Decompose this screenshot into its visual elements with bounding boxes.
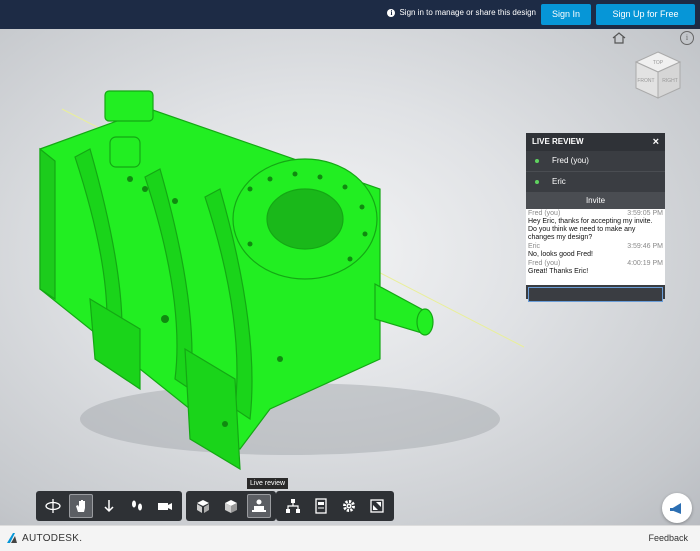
live-review-icon[interactable] xyxy=(247,494,271,518)
section-icon[interactable] xyxy=(219,494,243,518)
live-review-panel: LIVE REVIEW × Fred (you) Eric Invite Fre… xyxy=(526,133,665,302)
sign-in-button[interactable]: Sign In xyxy=(541,4,591,25)
orbit-icon[interactable] xyxy=(41,494,65,518)
message-text: No, looks good Fred! xyxy=(528,251,593,258)
participant-name: Eric xyxy=(552,177,566,186)
message-time: 3:59:05 PM xyxy=(627,210,663,217)
megaphone-icon xyxy=(670,503,681,514)
explode-icon[interactable] xyxy=(191,494,215,518)
home-icon[interactable] xyxy=(612,32,626,44)
share-button[interactable] xyxy=(662,493,692,523)
message-time: 3:59:46 PM xyxy=(627,243,663,250)
autodesk-logo-icon xyxy=(7,533,17,543)
message-text: Great! Thanks Eric! xyxy=(528,268,589,275)
properties-icon[interactable] xyxy=(309,494,333,518)
message-meta: Fred (you) 3:59:05 PM xyxy=(528,210,663,218)
close-icon[interactable]: × xyxy=(653,133,659,151)
message-meta: Fred (you) 4:00:19 PM xyxy=(528,260,663,268)
message-meta: Eric 3:59:46 PM xyxy=(528,243,663,251)
top-bar: i Sign in to manage or share this design… xyxy=(0,0,700,29)
online-status-icon xyxy=(535,159,539,163)
sign-in-message: i Sign in to manage or share this design xyxy=(387,8,536,17)
model-toolbar xyxy=(186,491,276,521)
autodesk-logo[interactable]: AUTODESK. xyxy=(6,532,82,544)
settings-toolbar xyxy=(276,491,394,521)
live-review-title: LIVE REVIEW xyxy=(532,137,584,146)
view-cube-top-label: TOP xyxy=(653,60,664,66)
model-info-icon[interactable]: i xyxy=(680,31,694,45)
camera-icon[interactable] xyxy=(153,494,177,518)
participant-item: Fred (you) xyxy=(526,151,665,172)
footer-bar: AUTODESK. Feedback xyxy=(0,525,700,551)
message-author: Eric xyxy=(528,243,541,250)
pan-icon[interactable] xyxy=(69,494,93,518)
message-time: 4:00:19 PM xyxy=(627,260,663,267)
participant-item: Eric xyxy=(526,172,665,193)
walk-icon[interactable] xyxy=(125,494,149,518)
dolly-icon[interactable] xyxy=(97,494,121,518)
sign-up-button[interactable]: Sign Up for Free xyxy=(596,4,695,25)
info-icon: i xyxy=(387,8,396,17)
feedback-link[interactable]: Feedback xyxy=(648,533,688,543)
navigation-toolbar xyxy=(36,491,182,521)
sign-in-message-text: Sign in to manage or share this design xyxy=(399,8,536,17)
message-author: Fred (you) xyxy=(528,260,561,267)
autodesk-wordmark: AUTODESK. xyxy=(22,532,83,544)
chat-input[interactable] xyxy=(528,287,663,302)
view-cube-front-label: FRONT xyxy=(637,78,654,84)
model-browser-icon[interactable] xyxy=(281,494,305,518)
fullscreen-icon[interactable] xyxy=(365,494,389,518)
view-cube[interactable]: TOP FRONT RIGHT xyxy=(630,48,686,104)
participant-name: Fred (you) xyxy=(552,156,589,165)
message-text: Hey Eric, thanks for accepting my invite… xyxy=(528,218,653,241)
tooltip: Live review xyxy=(247,478,289,489)
invite-button[interactable]: Invite xyxy=(526,193,665,209)
settings-icon[interactable] xyxy=(337,494,361,518)
view-cube-right-label: RIGHT xyxy=(662,78,678,84)
message-author: Fred (you) xyxy=(528,210,561,217)
live-review-header: LIVE REVIEW × xyxy=(526,133,665,151)
chat-log: Fred (you) 3:59:05 PM Hey Eric, thanks f… xyxy=(526,209,665,285)
online-status-icon xyxy=(535,180,539,184)
